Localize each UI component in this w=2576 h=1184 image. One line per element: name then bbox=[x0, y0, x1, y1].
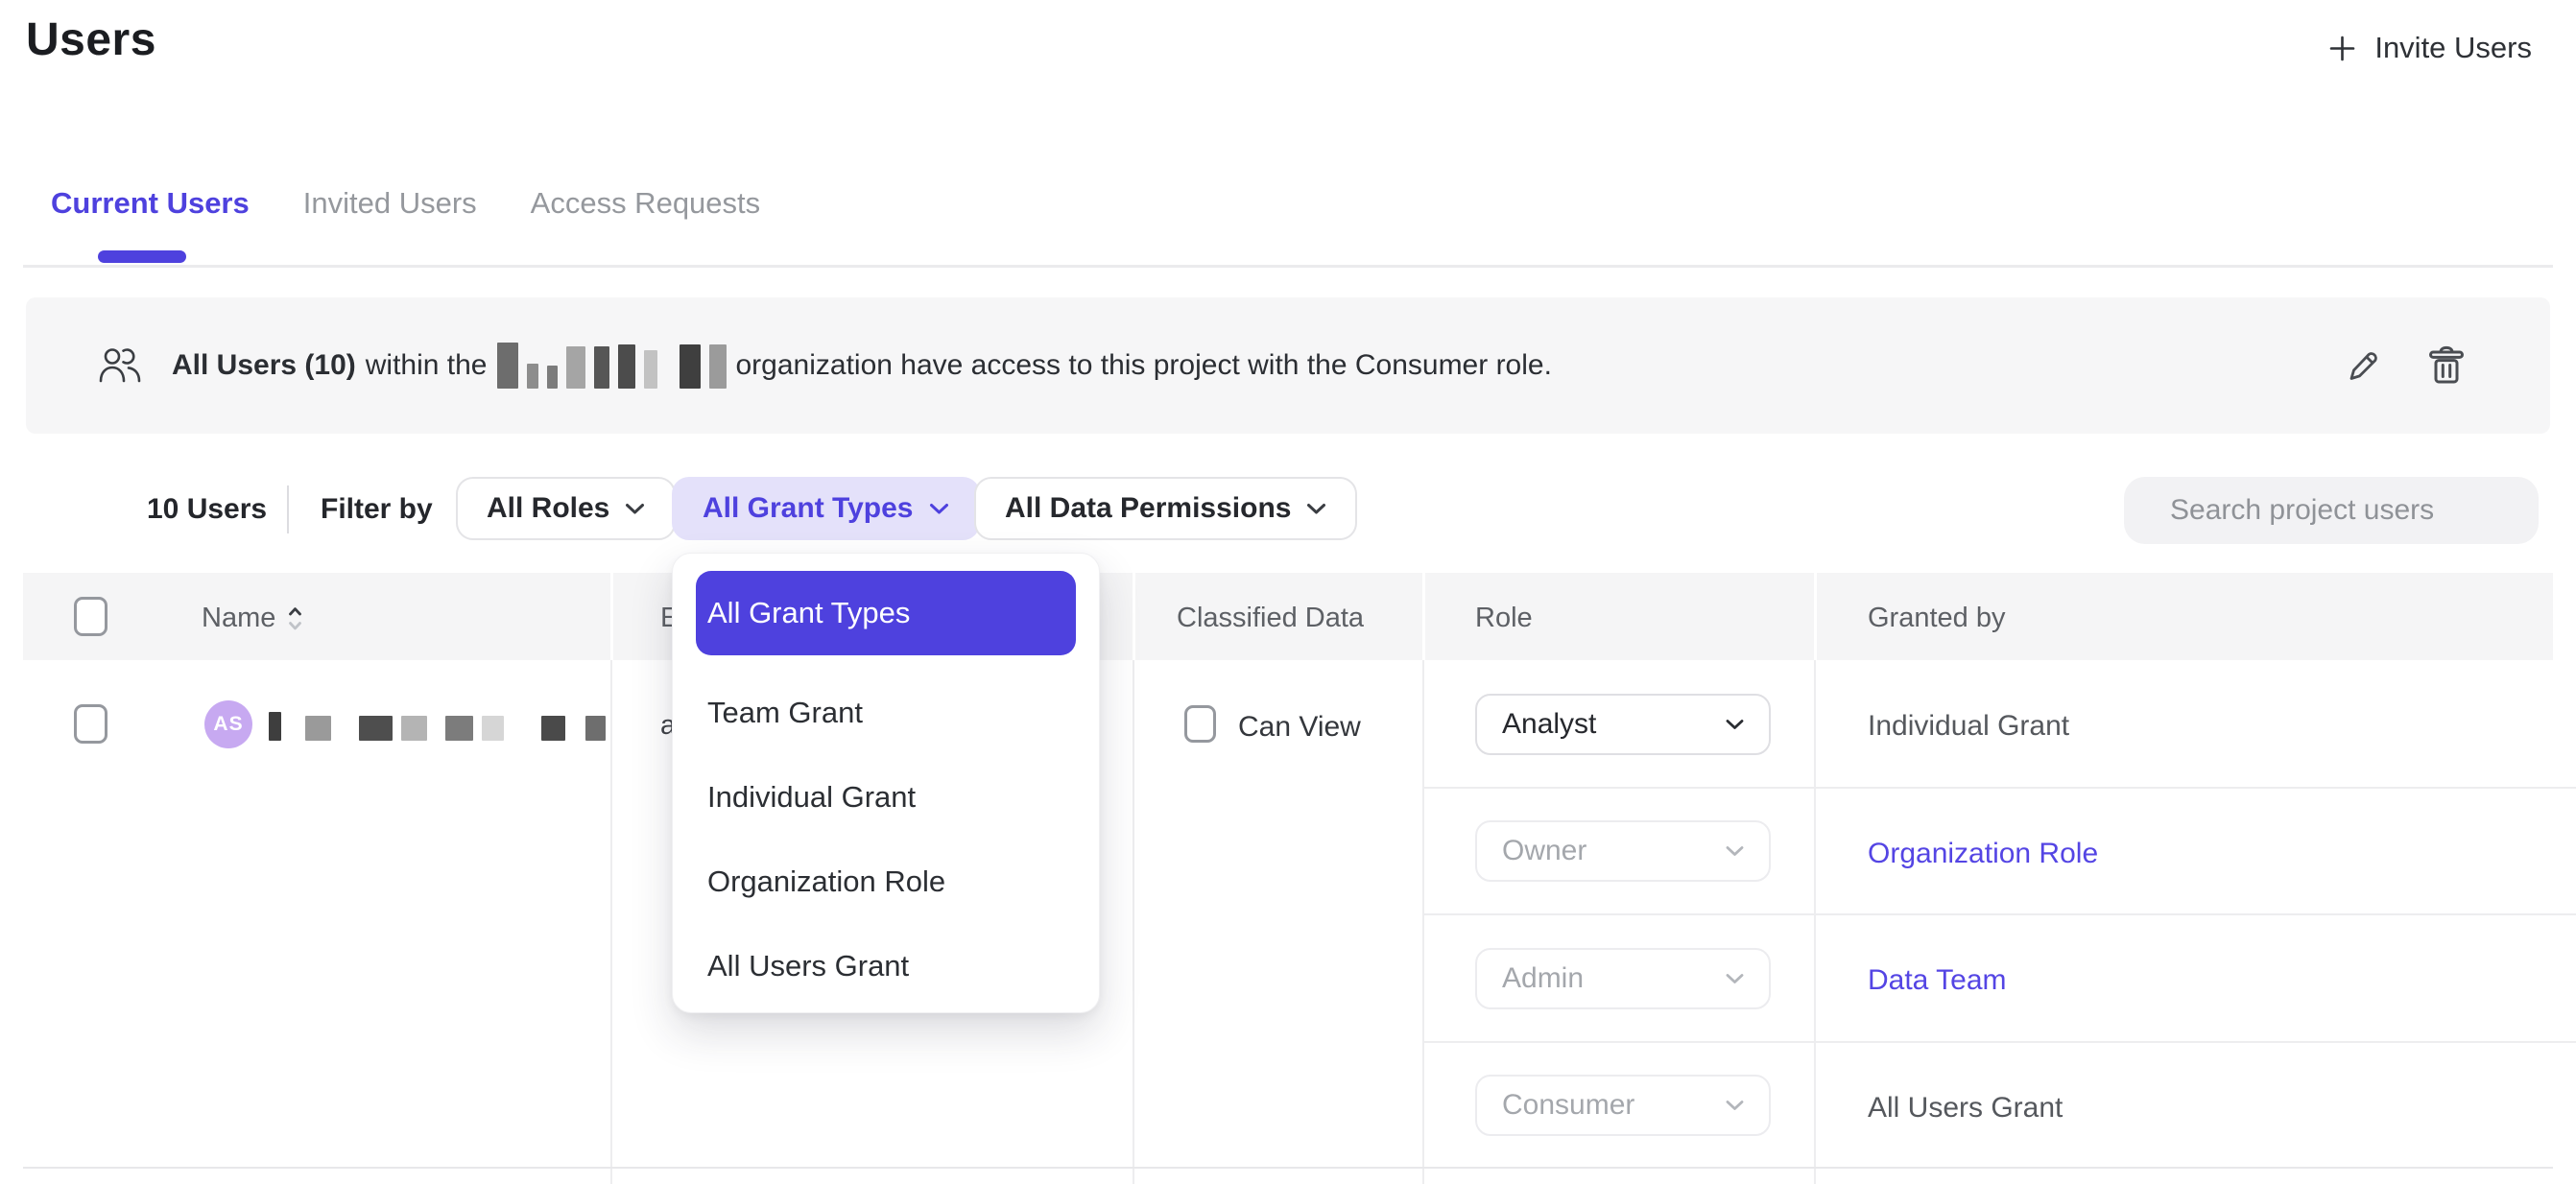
row-divider bbox=[1422, 1041, 2576, 1043]
grant-types-filter-dropdown[interactable]: All Grant Types bbox=[672, 477, 980, 540]
edit-grant-button[interactable] bbox=[2343, 345, 2383, 386]
granted-by-organization-role-link[interactable]: Organization Role bbox=[1868, 838, 2098, 870]
role-select-analyst[interactable]: Analyst bbox=[1475, 694, 1771, 755]
pencil-icon bbox=[2343, 345, 2383, 386]
column-header-role: Role bbox=[1475, 603, 1533, 634]
divider bbox=[287, 485, 289, 533]
select-all-checkbox[interactable] bbox=[74, 597, 107, 636]
granted-by-individual-grant: Individual Grant bbox=[1868, 710, 2069, 743]
search-input[interactable] bbox=[2170, 494, 2540, 527]
avatar: AS bbox=[204, 700, 252, 748]
invite-users-label: Invite Users bbox=[2374, 31, 2532, 65]
role-value: Admin bbox=[1502, 962, 1584, 995]
plus-icon bbox=[2327, 34, 2357, 63]
chevron-down-icon bbox=[1726, 719, 1744, 730]
can-view-label: Can View bbox=[1238, 711, 1361, 744]
banner-after: organization have access to this project… bbox=[736, 349, 1552, 382]
column-divider bbox=[1422, 573, 1425, 660]
page-title: Users bbox=[26, 13, 156, 66]
can-view-checkbox[interactable] bbox=[1184, 705, 1216, 743]
data-permissions-filter-label: All Data Permissions bbox=[1005, 492, 1291, 525]
column-header-granted-by: Granted by bbox=[1868, 603, 2005, 634]
role-select-owner[interactable]: Owner bbox=[1475, 820, 1771, 882]
chevron-down-icon bbox=[1726, 973, 1744, 984]
row-divider bbox=[1422, 913, 2576, 915]
granted-by-data-team-link[interactable]: Data Team bbox=[1868, 964, 2007, 997]
redacted-user-name bbox=[269, 712, 606, 746]
divider bbox=[23, 265, 2553, 268]
tab-access-requests[interactable]: Access Requests bbox=[531, 186, 761, 221]
grant-types-filter-label: All Grant Types bbox=[703, 492, 914, 525]
banner-bold: All Users (10) bbox=[172, 349, 356, 382]
granted-by-all-users-grant: All Users Grant bbox=[1868, 1092, 2063, 1125]
column-divider bbox=[1814, 573, 1817, 660]
row-divider bbox=[23, 1167, 2553, 1169]
column-divider bbox=[1422, 660, 1424, 1184]
banner-text: All Users (10) within the organization h… bbox=[172, 343, 1552, 389]
invite-users-button[interactable]: Invite Users bbox=[2327, 31, 2532, 65]
menu-item-individual-grant[interactable]: Individual Grant bbox=[696, 755, 1076, 840]
column-header-name[interactable]: Name bbox=[202, 603, 303, 634]
chevron-down-icon bbox=[1726, 845, 1744, 857]
chevron-down-icon bbox=[1306, 503, 1326, 515]
filter-by-label: Filter by bbox=[321, 493, 433, 526]
column-divider bbox=[1133, 660, 1134, 1184]
chevron-down-icon bbox=[1726, 1100, 1744, 1111]
row-checkbox[interactable] bbox=[74, 704, 107, 744]
redacted-org-name bbox=[497, 343, 727, 389]
menu-item-team-grant[interactable]: Team Grant bbox=[696, 671, 1076, 755]
tab-current-users[interactable]: Current Users bbox=[51, 186, 250, 221]
roles-filter-dropdown[interactable]: All Roles bbox=[456, 477, 676, 540]
banner-before: within the bbox=[366, 349, 488, 382]
people-icon bbox=[97, 347, 143, 384]
menu-item-all-users-grant[interactable]: All Users Grant bbox=[696, 924, 1076, 1008]
column-header-classified-data: Classified Data bbox=[1177, 603, 1364, 634]
row-divider bbox=[1422, 787, 2576, 789]
name-header-label: Name bbox=[202, 603, 275, 634]
roles-filter-label: All Roles bbox=[487, 492, 609, 525]
role-select-consumer[interactable]: Consumer bbox=[1475, 1075, 1771, 1136]
column-divider bbox=[610, 660, 612, 1184]
menu-item-organization-role[interactable]: Organization Role bbox=[696, 840, 1076, 924]
sort-icon bbox=[287, 604, 303, 633]
search-box bbox=[2124, 477, 2539, 544]
column-divider bbox=[1814, 660, 1816, 1184]
menu-item-all-grant-types[interactable]: All Grant Types bbox=[696, 571, 1076, 655]
banner-actions bbox=[2343, 344, 2466, 387]
tab-invited-users[interactable]: Invited Users bbox=[303, 186, 477, 221]
role-value: Consumer bbox=[1502, 1089, 1634, 1122]
all-users-banner: All Users (10) within the organization h… bbox=[26, 297, 2550, 434]
role-select-admin[interactable]: Admin bbox=[1475, 948, 1771, 1009]
user-count: 10 Users bbox=[147, 493, 267, 526]
trash-icon bbox=[2427, 344, 2466, 387]
chevron-down-icon bbox=[929, 503, 949, 515]
chevron-down-icon bbox=[625, 503, 645, 515]
role-value: Analyst bbox=[1502, 708, 1596, 741]
grant-types-menu: All Grant Types Team Grant Individual Gr… bbox=[672, 553, 1100, 1013]
users-page: Users Invite Users Current Users Invited… bbox=[0, 0, 2576, 1184]
tab-bar: Current Users Invited Users Access Reque… bbox=[51, 186, 760, 221]
column-divider bbox=[610, 573, 613, 660]
delete-grant-button[interactable] bbox=[2427, 344, 2466, 387]
active-tab-indicator bbox=[98, 250, 186, 263]
data-permissions-filter-dropdown[interactable]: All Data Permissions bbox=[974, 477, 1357, 540]
role-value: Owner bbox=[1502, 835, 1586, 867]
column-divider bbox=[1133, 573, 1135, 660]
